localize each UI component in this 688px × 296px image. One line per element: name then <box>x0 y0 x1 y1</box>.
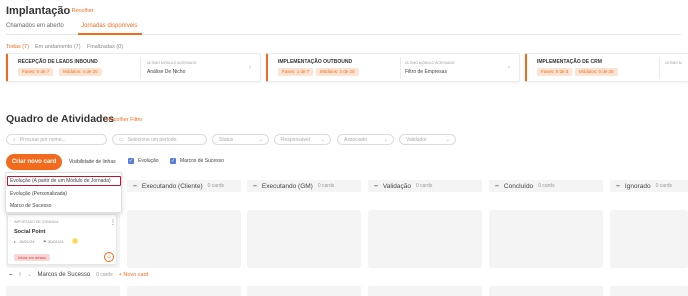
section-column <box>489 286 603 296</box>
card-start-date: 16/01/24 <box>19 239 35 244</box>
checkbox-checked-icon[interactable]: ✓ <box>170 158 176 164</box>
modules-pill: Módulos: 3 de 20 <box>316 68 359 76</box>
chevron-down-icon: ⌄ <box>383 137 388 143</box>
last-module-label: ÚLTIMO MÓDULO ACESSADO <box>147 61 197 65</box>
activity-card[interactable]: IMPORTADO DE JORNADA ⋮ Social Point ▸ 16… <box>7 214 117 265</box>
card-divider <box>140 57 141 79</box>
collapse-filter-link[interactable]: ⌃ Recolher Filtro <box>100 117 142 123</box>
active-tab-indicator <box>78 33 142 35</box>
column-header[interactable]: – Executando (Cliente) 0 cards <box>127 180 241 192</box>
section-column <box>247 286 361 296</box>
section-column <box>368 286 482 296</box>
calendar-icon: ▸ <box>14 239 17 244</box>
chevron-right-icon[interactable]: › <box>508 65 510 71</box>
card-divider <box>659 57 660 79</box>
milestones-section-header: – ↑ ⌄ Marcos de Sucesso 0 cards + Novo c… <box>9 272 148 278</box>
chevron-up-icon: ⌃ <box>65 8 70 14</box>
page-title: Implantação <box>6 5 71 17</box>
section-column <box>127 286 241 296</box>
card-divider <box>400 57 401 79</box>
period-picker[interactable]: ▭ Selecione um período <box>112 134 207 145</box>
subtab-in-progress[interactable]: Em andamento (7) <box>35 44 81 50</box>
validator-select[interactable]: Validador ⌄ <box>399 134 456 145</box>
checkbox-checked-icon[interactable]: ✓ <box>128 158 134 164</box>
chevron-down-icon: ⌄ <box>320 137 325 143</box>
associated-select[interactable]: Associado ⌄ <box>337 134 394 145</box>
assign-user-icon[interactable]: ☺ <box>104 252 114 262</box>
search-icon: ⌕ <box>13 136 16 143</box>
collapse-column-icon[interactable]: – <box>616 183 620 190</box>
milestones-toggle[interactable]: ✓ Marcos de Sucesso <box>170 158 224 164</box>
last-module-value: Filtro de Empresas <box>405 69 447 75</box>
phases-pill: Fases: 0 de 3 <box>537 68 573 76</box>
column-header[interactable]: – Ignorado 0 cards <box>610 180 688 192</box>
collapse-section-icon[interactable]: – <box>9 272 12 278</box>
modules-pill: Módulos: 4 de 20 <box>59 68 102 76</box>
last-module-label: ÚLTIMO MÓDULO ACESSADO <box>405 61 455 65</box>
collapse-column-icon[interactable]: – <box>374 183 378 190</box>
last-module-label: ÚLTIMO M <box>665 61 682 65</box>
column-body <box>610 210 688 268</box>
phases-pill: Fases: 1 de 7 <box>278 68 314 76</box>
subtab-finished[interactable]: Finalizadas (0) <box>87 44 123 50</box>
option-evolution-from-module[interactable]: Evolução (A partir de um Módulo de Jorna… <box>10 178 111 184</box>
section-name: Marcos de Sucesso <box>37 272 91 278</box>
last-module-value: Análise De Nicho <box>147 69 186 75</box>
visibility-label: Visibilidade de linhas <box>69 159 116 165</box>
more-options-icon[interactable]: ⋮ <box>110 219 116 226</box>
evolution-toggle[interactable]: ✓ Evolução <box>128 158 159 164</box>
warning-icon: ! <box>72 238 78 244</box>
responsible-select[interactable]: Responsável ⌄ <box>274 134 331 145</box>
new-card-button[interactable]: + Novo card <box>119 272 149 278</box>
flag-icon: ⚑ <box>43 239 47 244</box>
option-evolution-custom[interactable]: Evolução (Personalizada) <box>10 191 67 197</box>
section-column <box>6 286 120 296</box>
subtab-all[interactable]: Todas (7) <box>6 44 29 50</box>
chevron-down-icon[interactable]: ⌄ <box>27 272 31 278</box>
create-card-dropdown: Evolução (A partir de um Módulo de Jorna… <box>5 172 122 213</box>
section-count: 0 cards <box>96 272 113 278</box>
journey-card[interactable]: IMPLEMENTAÇÃO OUTBOUND Fases: 1 de 7 Mód… <box>266 53 520 82</box>
collapse-column-icon[interactable]: – <box>495 183 499 190</box>
phases-pill: Fases: 0 de 7 <box>18 68 54 76</box>
journey-name: IMPLEMENTAÇÃO DE CRM <box>537 59 602 65</box>
journey-card[interactable]: IMPLEMENTAÇÃO DE CRM Fases: 0 de 3 Módul… <box>525 53 688 82</box>
sort-arrow-icon[interactable]: ↑ <box>18 272 21 278</box>
chevron-up-icon: ⌃ <box>100 117 105 123</box>
tab-available-journeys[interactable]: Jornadas disponíveis <box>81 23 137 29</box>
activities-title: Quadro de Atividades <box>6 113 115 125</box>
option-success-milestone[interactable]: Marco de Sucesso <box>10 203 51 209</box>
column-body <box>247 210 361 268</box>
journey-card[interactable]: RECEPÇÃO DE LEADS INBOUND Fases: 0 de 7 … <box>6 53 261 82</box>
collapse-column-icon[interactable]: – <box>253 183 257 190</box>
column-header[interactable]: – Concluído 0 cards <box>489 180 603 192</box>
status-badge: Inicia em atraso <box>14 254 51 261</box>
journey-name: IMPLEMENTAÇÃO OUTBOUND <box>278 59 353 65</box>
column-header[interactable]: – Executando (GM) 0 cards <box>247 180 361 192</box>
calendar-icon: ▭ <box>119 136 124 143</box>
chevron-right-icon[interactable]: › <box>249 65 251 71</box>
column-body <box>368 210 482 268</box>
create-card-button[interactable]: Criar novo card <box>6 154 62 170</box>
card-end-date: 30/01/24 <box>48 239 64 244</box>
chevron-down-icon: ⌄ <box>445 137 450 143</box>
collapse-header-link[interactable]: ⌃ Recolher <box>65 8 94 14</box>
tab-open-tickets[interactable]: Chamados em aberto <box>6 23 64 29</box>
modules-pill: Módulos: 0 de 28 <box>575 68 618 76</box>
card-origin-label: IMPORTADO DE JORNADA <box>14 220 59 224</box>
card-title: Social Point <box>14 229 46 235</box>
journey-name: RECEPÇÃO DE LEADS INBOUND <box>18 59 98 65</box>
chevron-down-icon: ⌄ <box>258 137 263 143</box>
column-body <box>127 210 241 268</box>
column-body <box>489 210 603 268</box>
search-input[interactable]: ⌕ Procurar por nome... <box>6 134 107 145</box>
section-column <box>610 286 688 296</box>
collapse-column-icon[interactable]: – <box>133 183 137 190</box>
status-select[interactable]: Status ⌄ <box>212 134 269 145</box>
column-header[interactable]: – Validação 0 cards <box>368 180 482 192</box>
